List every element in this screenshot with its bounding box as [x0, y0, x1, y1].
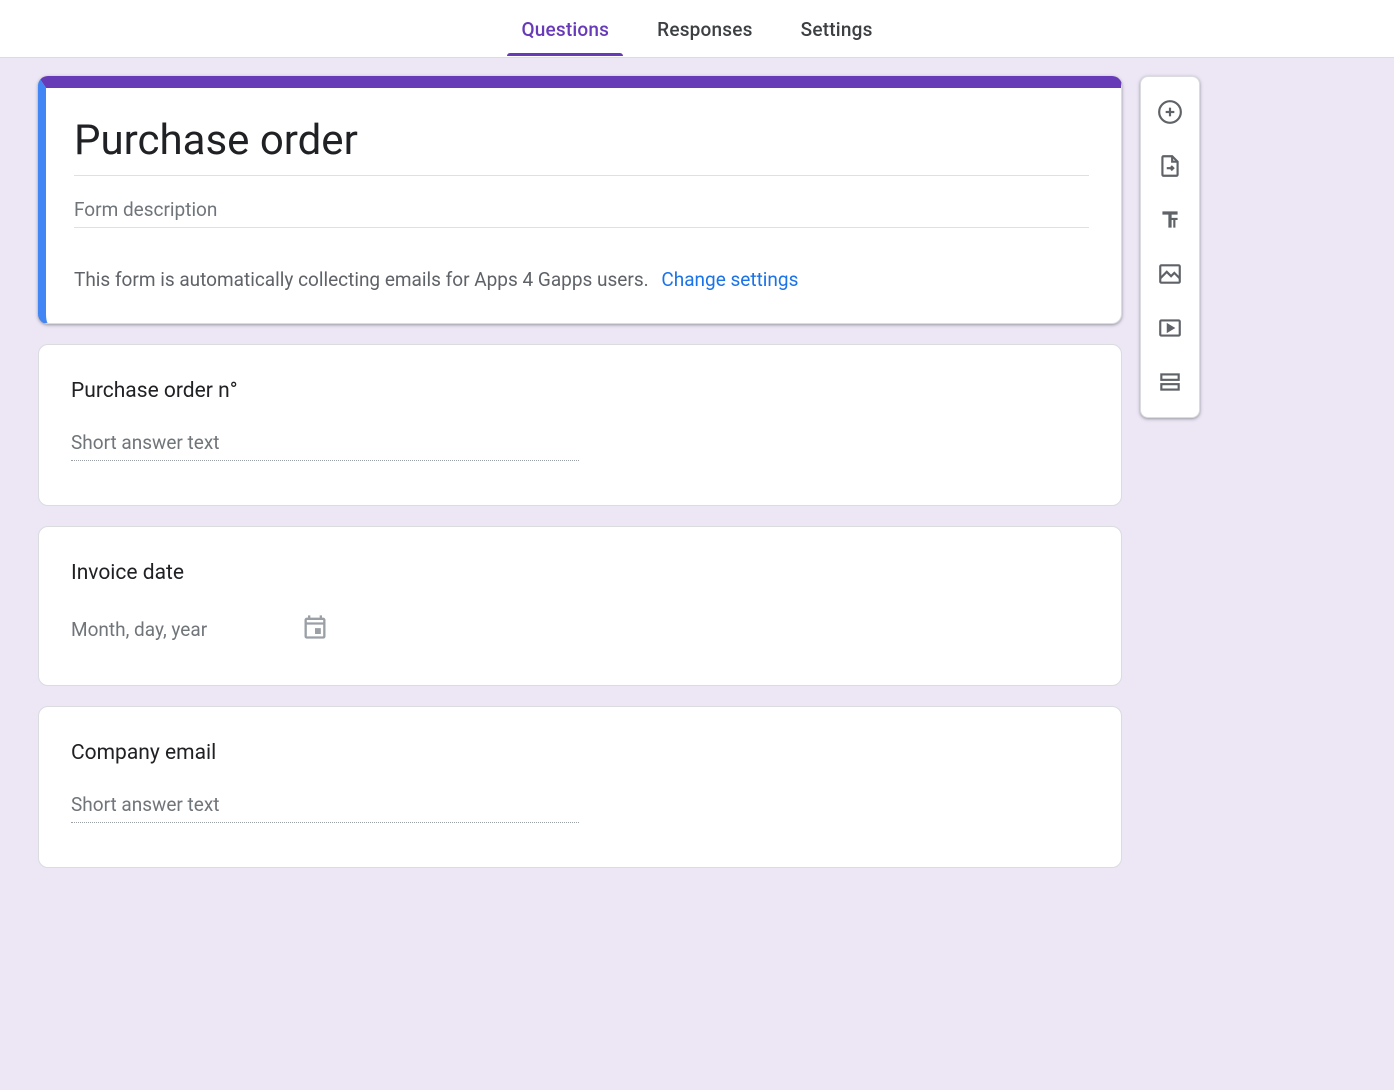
plus-circle-icon [1157, 99, 1183, 125]
form-header-card[interactable]: This form is automatically collecting em… [38, 76, 1122, 324]
question-card-invoice-date[interactable]: Invoice date Month, day, year [38, 526, 1122, 686]
date-placeholder: Month, day, year [71, 618, 207, 641]
video-icon [1157, 315, 1183, 341]
question-title: Invoice date [71, 561, 1089, 585]
question-card-company-email[interactable]: Company email Short answer text [38, 706, 1122, 868]
image-icon [1157, 261, 1183, 287]
change-settings-link[interactable]: Change settings [661, 268, 798, 291]
text-icon [1157, 207, 1183, 233]
section-icon [1157, 369, 1183, 395]
add-title-button[interactable] [1149, 199, 1191, 241]
question-title: Company email [71, 741, 1089, 765]
short-answer-placeholder: Short answer text [71, 431, 579, 461]
tab-questions[interactable]: Questions [515, 2, 615, 55]
calendar-icon [301, 613, 329, 645]
floating-toolbar [1140, 76, 1200, 418]
tab-settings[interactable]: Settings [795, 2, 879, 55]
add-section-button[interactable] [1149, 361, 1191, 403]
tab-responses[interactable]: Responses [651, 2, 758, 55]
short-answer-placeholder: Short answer text [71, 793, 579, 823]
form-title-input[interactable] [74, 116, 1089, 176]
question-title: Purchase order n° [71, 379, 1089, 403]
form-description-input[interactable] [74, 188, 1089, 228]
import-file-icon [1157, 153, 1183, 179]
add-question-button[interactable] [1149, 91, 1191, 133]
top-tabs: Questions Responses Settings [0, 0, 1394, 58]
email-notice-text: This form is automatically collecting em… [74, 268, 649, 291]
form-canvas: This form is automatically collecting em… [0, 58, 1394, 1090]
question-card-purchase-order[interactable]: Purchase order n° Short answer text [38, 344, 1122, 506]
add-image-button[interactable] [1149, 253, 1191, 295]
email-collection-notice: This form is automatically collecting em… [74, 268, 1089, 291]
add-video-button[interactable] [1149, 307, 1191, 349]
import-questions-button[interactable] [1149, 145, 1191, 187]
